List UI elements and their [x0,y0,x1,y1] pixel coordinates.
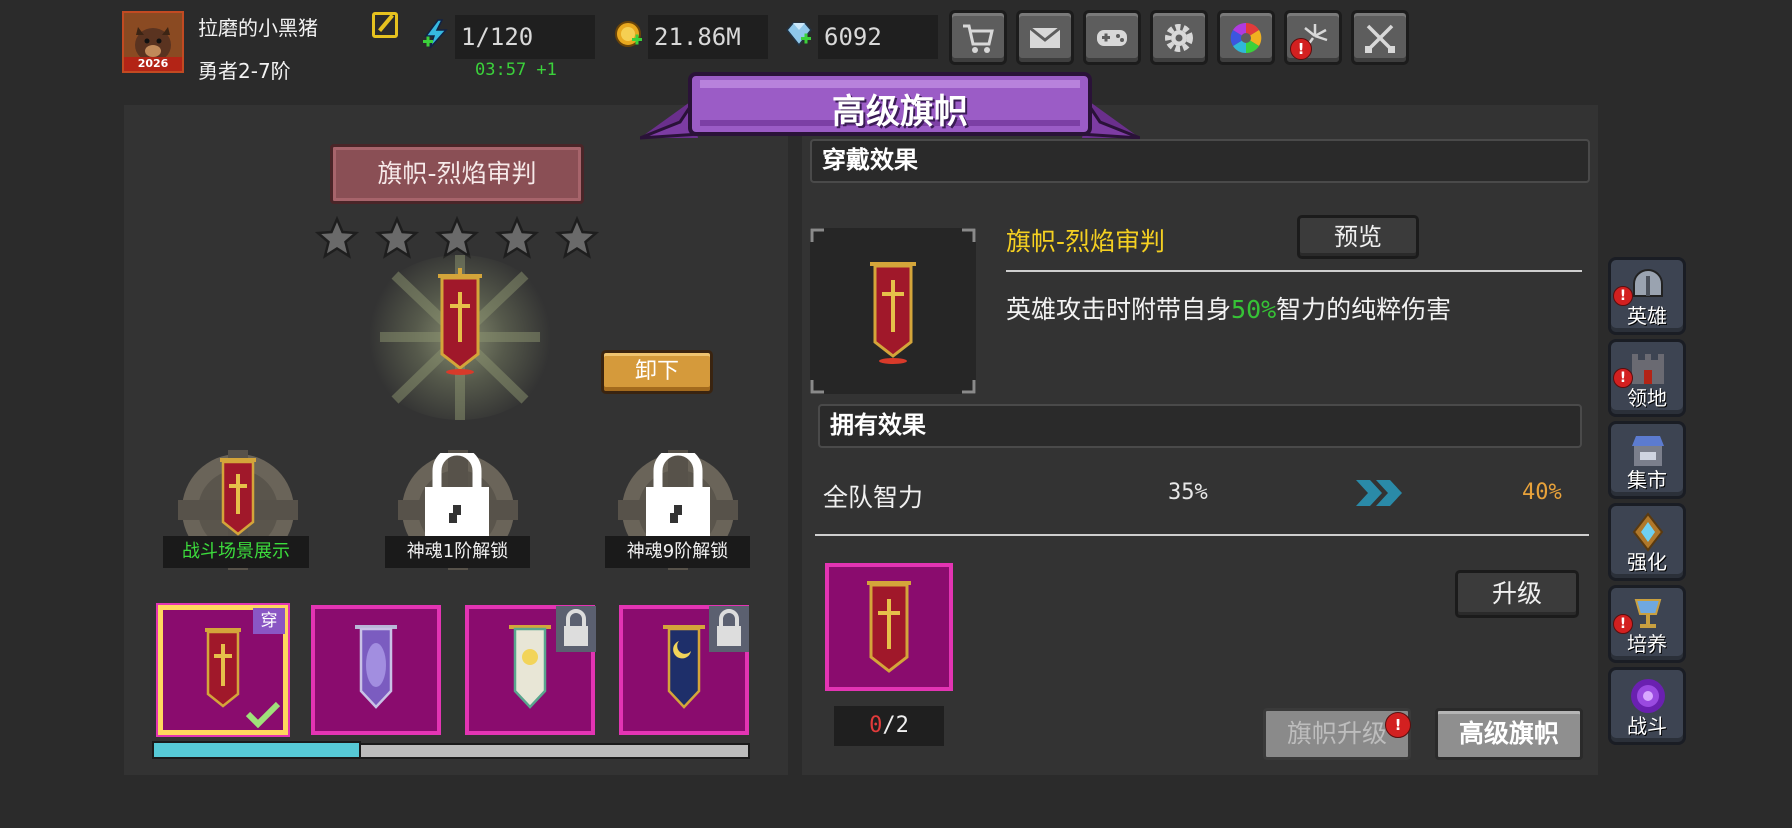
stamina-lightning-icon [423,19,448,49]
item-preview-frame [810,228,976,394]
gold-value: 21.86M [648,15,768,59]
side-nav-cultivate[interactable]: ! 培养 [1608,585,1686,663]
star-icon [435,216,479,259]
stat-next-value: 40% [1522,480,1562,505]
player-rank: 勇者2-7阶 [198,59,291,83]
star-icon [375,216,419,259]
crossed-swords-icon [1365,24,1395,53]
side-nav-battle[interactable]: 战斗 [1608,667,1686,745]
desc-prefix: 英雄攻击时附带自身 [1006,295,1232,324]
pedestal-label-soul-1: 神魂1阶解锁 [385,536,530,568]
selected-item-name: 旗帜-烈焰审判 [1006,227,1166,256]
banner-name: 旗帜-烈焰审判 [377,159,537,188]
divider [1006,270,1582,272]
pedestal-label-soul-9: 神魂9阶解锁 [605,536,750,568]
flame-judgment-banner-icon [870,262,916,364]
player-name: 拉磨的小黑猪 [198,16,318,40]
slot-lock-icon [709,606,749,652]
preview-button[interactable]: 预览 [1297,215,1419,259]
banner-upgrade-alert-badge: ! [1385,712,1411,738]
side-nav-label: 集市 [1627,468,1667,492]
side-nav-territory[interactable]: ! 领地 [1608,339,1686,417]
collection-progress-fill [152,741,361,759]
gamepad-button[interactable] [1083,10,1141,65]
lock-icon [646,453,710,541]
navy-moon-banner-icon [663,625,705,709]
banner-name-plaque: 旗帜-烈焰审判 [330,144,584,204]
stamina-value: 1/120 [455,15,595,59]
banner-slot-flame-judgment[interactable]: 穿 [158,605,288,735]
checkmark-icon [245,701,281,728]
fireworks-alert-badge: ! [1290,38,1312,60]
gold-coin-icon[interactable] [612,18,644,50]
pedestal-label-battle-scene: 战斗场景展示 [163,536,309,568]
stamina-timer: 03:57 +1 [475,60,557,80]
own-effect-header: 拥有效果 [818,404,1582,448]
avatar-level-badge: 2026 [124,57,182,71]
color-wheel-button[interactable] [1217,10,1275,65]
side-nav-label: 培养 [1627,632,1667,656]
slot-lock-icon [556,606,596,652]
player-avatar[interactable]: 2026 [122,11,184,73]
material-count: 0/2 [834,706,944,746]
side-nav-label: 战斗 [1627,714,1667,738]
side-nav-hero[interactable]: ! 英雄 [1608,257,1686,335]
flame-judgment-banner-icon [220,458,256,536]
mail-button[interactable] [1016,10,1074,65]
side-nav-label: 英雄 [1627,304,1667,328]
wear-effect-description: 英雄攻击时附带自身50%智力的纯粹伤害 [1006,290,1451,326]
banner-slot-violet[interactable] [311,605,441,735]
white-sun-banner-icon [509,625,551,709]
settings-gear-icon [1165,23,1193,52]
material-required: /2 [882,713,909,738]
equipped-tag: 穿 [253,608,285,634]
star-icon [495,216,539,259]
unequip-button[interactable]: 卸下 [601,350,713,394]
material-owned: 0 [869,713,883,738]
gamepad-icon [1097,29,1127,46]
gem-value: 6092 [818,15,938,59]
violet-shield-banner-icon [355,625,397,709]
double-arrow-icon [1356,480,1402,506]
stat-name: 全队智力 [823,483,924,512]
upgrade-button[interactable]: 升级 [1455,570,1579,618]
star-icon [555,216,599,259]
side-nav-enhance[interactable]: 强化 [1608,503,1686,581]
divider [815,534,1589,536]
edit-name-icon[interactable] [372,12,398,38]
page-title: 高级旗帜 [832,92,968,132]
advanced-banner-button[interactable]: 高级旗帜 [1435,708,1583,760]
lock-icon [425,453,489,541]
star-icon [315,216,359,259]
settings-button[interactable] [1150,10,1208,65]
wear-effect-header: 穿戴效果 [810,139,1590,183]
shop-button[interactable] [949,10,1007,65]
shop-cart-icon [963,24,994,53]
flame-judgment-banner-icon [438,268,482,375]
mail-icon [1029,26,1061,48]
color-wheel-icon [1230,22,1262,53]
crossed-swords-button[interactable] [1351,10,1409,65]
side-nav-market[interactable]: 集市 [1608,421,1686,499]
side-nav-label: 领地 [1627,386,1667,410]
stat-current-value: 35% [1168,480,1208,505]
desc-percentage: 50% [1231,295,1277,324]
diamond-gem-icon[interactable] [783,18,815,50]
side-nav-label: 强化 [1627,550,1667,574]
upgrade-material-slot[interactable] [825,563,953,691]
desc-suffix: 智力的纯粹伤害 [1276,295,1452,324]
flame-judgment-banner-icon [867,581,911,673]
flame-judgment-banner-icon [205,628,241,708]
